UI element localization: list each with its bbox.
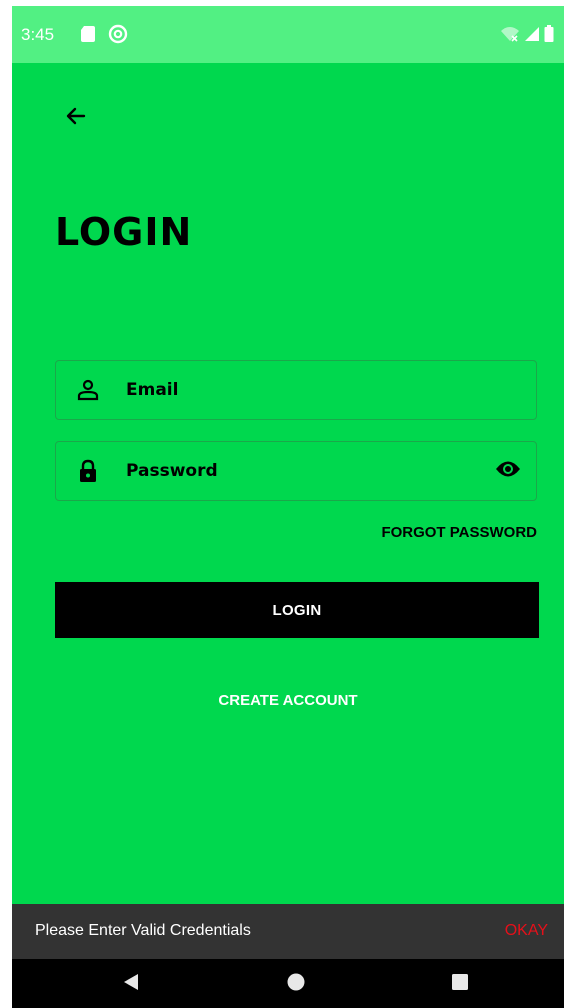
page-title: LOGIN — [55, 210, 193, 254]
battery-icon — [544, 25, 554, 47]
show-password-toggle[interactable] — [494, 458, 522, 484]
back-triangle-icon — [121, 972, 141, 997]
home-circle-icon — [286, 972, 306, 997]
forgot-password-link[interactable]: FORGOT PASSWORD — [381, 524, 537, 541]
nav-recents-button[interactable] — [449, 973, 471, 995]
nav-back-button[interactable] — [120, 973, 142, 995]
sd-card-icon — [80, 25, 96, 48]
login-button[interactable]: LOGIN — [55, 582, 539, 638]
recents-square-icon — [450, 972, 470, 997]
email-input[interactable] — [126, 361, 486, 419]
system-navigation-bar — [12, 959, 564, 1008]
wifi-off-icon — [500, 26, 520, 47]
snackbar-okay-button[interactable]: OKAY — [505, 922, 548, 940]
snackbar-message: Please Enter Valid Credentials — [35, 922, 251, 939]
arrow-left-icon — [64, 104, 88, 133]
back-button[interactable] — [62, 104, 90, 132]
create-account-link[interactable]: CREATE ACCOUNT — [12, 692, 564, 709]
status-system-icons — [500, 25, 554, 47]
status-time: 3:45 — [21, 25, 55, 44]
status-notification-icons — [80, 24, 128, 49]
eye-icon — [495, 460, 521, 483]
nav-home-button[interactable] — [285, 973, 307, 995]
person-icon — [76, 378, 100, 402]
password-input[interactable] — [126, 442, 486, 500]
at-sign-icon — [108, 24, 128, 49]
password-field[interactable] — [55, 441, 537, 501]
app-screen: 3:45 LOGIN Email FORGOT PASSWORD LOGIN C… — [12, 6, 564, 1008]
signal-icon — [524, 26, 540, 47]
lock-icon — [76, 459, 100, 483]
snackbar: Please Enter Valid Credentials OKAY — [12, 904, 564, 959]
email-field[interactable] — [55, 360, 537, 420]
status-bar: 3:45 — [12, 6, 564, 63]
